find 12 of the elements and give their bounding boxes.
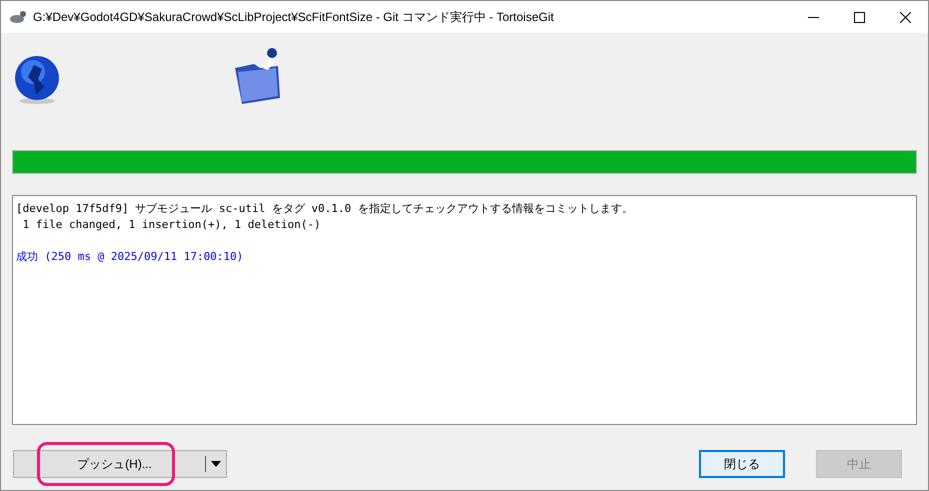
globe-icon bbox=[15, 56, 59, 104]
dropdown-caret-icon[interactable] bbox=[211, 461, 221, 467]
log-line: [develop 17f5df9] サブモジュール sc-util をタグ v0.1.0 を指定してチェックアウトする情報をコミットします。 bbox=[16, 201, 634, 217]
push-split-button[interactable]: プッシュ(H)... bbox=[13, 450, 227, 478]
window-title: G:¥Dev¥Godot4GD¥SakuraCrowd¥ScLibProject¥ScFitFontSize - Git コマンド実行中 - TortoiseGit bbox=[33, 9, 554, 26]
folder-icon bbox=[235, 48, 280, 104]
close-button[interactable]: 閉じる bbox=[699, 450, 785, 478]
minimize-icon bbox=[808, 16, 818, 18]
close-icon bbox=[900, 12, 910, 22]
maximize-icon bbox=[854, 12, 864, 22]
log-line: 成功 (250 ms @ 2025/09/11 17:00:10) bbox=[16, 249, 244, 265]
log-line: 1 file changed, 1 insertion(+), 1 deletion(-) bbox=[22, 217, 322, 233]
